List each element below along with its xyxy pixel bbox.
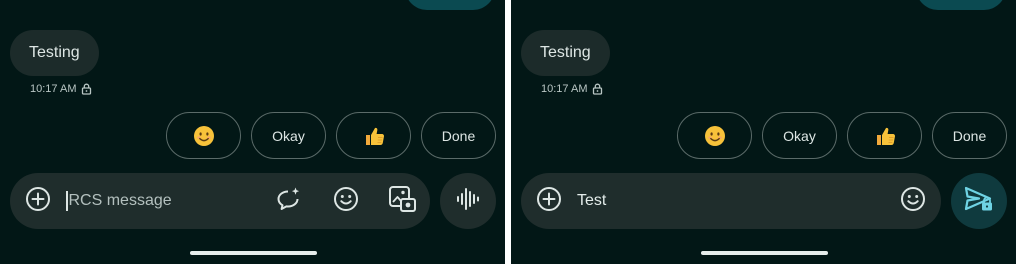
emoji-smile-icon [900, 186, 926, 217]
conversation-screen-typed-compose: Testing 10:17 AM Okay Done Test [511, 0, 1016, 264]
message-meta: 10:17 AM [30, 82, 92, 96]
emoji-smile-icon [333, 186, 359, 217]
compose-bar: RCS message [10, 173, 430, 229]
lock-icon [81, 83, 92, 95]
message-input[interactable]: RCS message [66, 173, 172, 229]
emoji-button[interactable] [893, 173, 933, 229]
suggestion-chip-emoji-thumbs-up[interactable] [336, 112, 411, 159]
suggestion-chip-emoji-smile[interactable] [677, 112, 752, 159]
suggestion-chip-label: Okay [272, 127, 305, 144]
send-button[interactable] [951, 173, 1007, 229]
magic-compose-button[interactable] [268, 173, 308, 229]
suggestion-chip-emoji-thumbs-up[interactable] [847, 112, 922, 159]
sent-message-bubble[interactable] [405, 0, 495, 10]
message-timestamp: 10:17 AM [30, 83, 77, 95]
suggestion-chip-okay[interactable]: Okay [762, 112, 837, 159]
suggestion-chip-label: Done [441, 127, 476, 144]
received-message-text: Testing [540, 44, 591, 61]
home-indicator[interactable] [701, 251, 828, 255]
received-message-bubble[interactable]: Testing [10, 30, 99, 76]
comparison-stage: Testing 10:17 AM Okay Done RCS message T… [0, 0, 1016, 264]
text-cursor [66, 191, 68, 211]
message-input[interactable]: Test [577, 173, 606, 229]
smiling-face-emoji-icon [193, 125, 215, 147]
attach-button[interactable] [529, 173, 569, 229]
add-circle-icon [536, 186, 562, 217]
gallery-camera-icon [387, 184, 417, 219]
received-message-bubble[interactable]: Testing [521, 30, 610, 76]
add-circle-icon [25, 186, 51, 217]
voice-waveform-icon [456, 186, 480, 217]
gallery-camera-button[interactable] [382, 173, 422, 229]
lock-icon [592, 83, 603, 95]
sent-message-bubble[interactable] [916, 0, 1006, 10]
emoji-button[interactable] [326, 173, 366, 229]
voice-message-button[interactable] [440, 173, 496, 229]
message-input-placeholder: RCS message [68, 192, 172, 209]
suggestion-chip-okay[interactable]: Okay [251, 112, 326, 159]
suggestion-chip-emoji-smile[interactable] [166, 112, 241, 159]
received-message-text: Testing [29, 44, 80, 61]
suggestion-chip-done[interactable]: Done [421, 112, 496, 159]
suggestion-chip-done[interactable]: Done [932, 112, 1007, 159]
home-indicator[interactable] [190, 251, 317, 255]
sparkle-chat-icon [274, 185, 302, 218]
smiling-face-emoji-icon [704, 125, 726, 147]
suggestion-chip-label: Okay [783, 127, 816, 144]
send-encrypted-icon [963, 184, 995, 219]
suggestion-chip-label: Done [952, 127, 987, 144]
message-meta: 10:17 AM [541, 82, 603, 96]
compose-bar: Test [521, 173, 941, 229]
message-timestamp: 10:17 AM [541, 83, 588, 95]
thumbs-up-emoji-icon [874, 125, 896, 147]
conversation-screen-empty-compose: Testing 10:17 AM Okay Done RCS message [0, 0, 505, 264]
attach-button[interactable] [18, 173, 58, 229]
message-input-value: Test [577, 192, 607, 209]
thumbs-up-emoji-icon [363, 125, 385, 147]
